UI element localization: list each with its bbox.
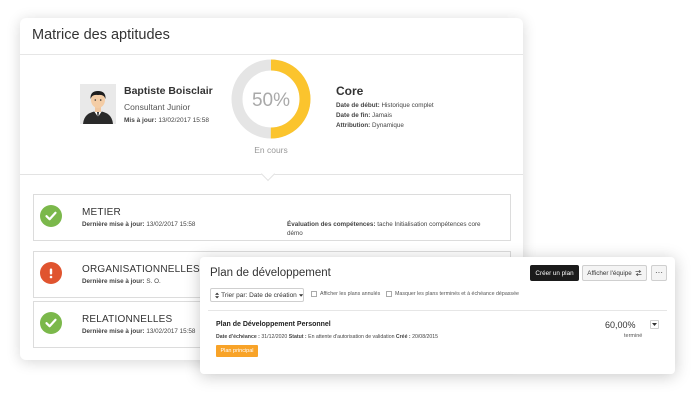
- dev-plan-item-meta: Date d'échéance : 31/12/2020 Statut : En…: [216, 334, 438, 340]
- skill-row-metier[interactable]: METIER Dernière mise à jour: 13/02/2017 …: [33, 194, 511, 241]
- created-value: 20/08/2015: [412, 334, 439, 340]
- progress-ring: 50%: [231, 59, 311, 139]
- check-icon: [40, 205, 62, 227]
- section-divider-caret: [260, 166, 276, 182]
- skill-title: RELATIONNELLES: [82, 314, 173, 325]
- skill-eval-label: Évaluation des compétences:: [287, 221, 376, 228]
- plan-end-value: Jamais: [372, 112, 392, 119]
- employee-profile: Baptiste Boisclair Consultant Junior Mis…: [80, 84, 230, 128]
- plan-start-label: Date de début:: [336, 102, 380, 109]
- skill-updated-label: Dernière mise à jour:: [82, 328, 145, 335]
- profile-updated-value: 13/02/2017 15:58: [158, 117, 209, 124]
- dev-plan-menu-button[interactable]: [650, 320, 659, 329]
- sort-dropdown[interactable]: Trier par: Date de création: [210, 288, 304, 302]
- show-cancelled-label: Afficher les plans annulés: [320, 291, 381, 297]
- skill-updated: Dernière mise à jour: S. O.: [82, 278, 161, 285]
- plan-end-label: Date de fin:: [336, 112, 371, 119]
- create-plan-button[interactable]: Créer un plan: [530, 265, 579, 281]
- skill-updated-label: Dernière mise à jour:: [82, 221, 145, 228]
- checkbox[interactable]: [311, 291, 317, 297]
- employee-name: Baptiste Boisclair: [124, 85, 213, 97]
- profile-updated-label: Mis à jour:: [124, 117, 157, 124]
- progress-percent: 50%: [252, 90, 290, 111]
- show-team-label: Afficher l'équipe: [587, 269, 632, 277]
- status-value: En attente d'autorisation de validation: [308, 334, 395, 340]
- dev-plan-item-title[interactable]: Plan de Développement Personnel: [216, 321, 331, 328]
- profile-updated: Mis à jour: 13/02/2017 15:58: [124, 117, 209, 124]
- show-cancelled-filter[interactable]: Afficher les plans annulés: [311, 291, 380, 297]
- dev-plan-done-label: terminé: [624, 333, 643, 339]
- person-avatar-icon: [80, 84, 116, 124]
- checkbox[interactable]: [386, 291, 392, 297]
- sort-label: Trier par: Date de création: [221, 291, 297, 299]
- skill-evaluation: Évaluation des compétences: tache Initia…: [287, 220, 487, 238]
- more-options-button[interactable]: ···: [651, 265, 667, 281]
- plan-attribution-label: Attribution:: [336, 122, 371, 129]
- dev-plan-card-title: Plan de développement: [210, 267, 331, 279]
- matrix-header-divider: [20, 54, 523, 55]
- check-icon: [40, 312, 62, 334]
- primary-plan-badge: Plan principal: [216, 345, 258, 357]
- plan-attribution-value: Dynamique: [372, 122, 404, 129]
- skill-updated-value: 13/02/2017 15:58: [146, 221, 196, 228]
- progress-status: En cours: [254, 145, 288, 155]
- created-label: Créé :: [395, 334, 411, 340]
- skill-updated-value: S. O.: [146, 278, 161, 285]
- exclamation-icon: [40, 262, 62, 284]
- dev-plan-percent: 60,00%: [605, 320, 636, 330]
- skill-updated-label: Dernière mise à jour:: [82, 278, 145, 285]
- plan-end-date: Date de fin: Jamais: [336, 111, 496, 121]
- plan-list-divider: [208, 310, 667, 311]
- skill-updated: Dernière mise à jour: 13/02/2017 15:58: [82, 328, 195, 335]
- chevron-down-icon: [298, 293, 303, 297]
- skill-updated: Dernière mise à jour: 13/02/2017 15:58: [82, 221, 195, 228]
- plan-start-value: Historique complet: [381, 102, 434, 109]
- skill-updated-value: 13/02/2017 15:58: [146, 328, 196, 335]
- plan-name: Core: [336, 84, 364, 98]
- avatar: [80, 84, 116, 124]
- skill-title: ORGANISATIONNELLES: [82, 264, 200, 275]
- skill-title: METIER: [82, 207, 121, 218]
- sort-icon: [215, 292, 220, 298]
- status-label: Statut :: [288, 334, 307, 340]
- swap-icon: [635, 270, 642, 276]
- due-date-label: Date d'échéance :: [216, 334, 260, 340]
- matrix-title: Matrice des aptitudes: [32, 27, 170, 43]
- plan-start-date: Date de début: Historique complet: [336, 101, 496, 111]
- plan-info: Core Date de début: Historique complet D…: [336, 84, 496, 131]
- show-team-button[interactable]: Afficher l'équipe: [582, 265, 647, 281]
- plan-attribution: Attribution: Dynamique: [336, 121, 496, 131]
- chevron-down-icon: [652, 323, 657, 326]
- development-plan-card: Plan de développement Créer un plan Affi…: [200, 257, 675, 374]
- hide-finished-filter[interactable]: Masquer les plans terminés et à échéance…: [386, 291, 519, 297]
- hide-finished-label: Masquer les plans terminés et à échéance…: [395, 291, 519, 297]
- due-date-value: 31/12/2020: [261, 334, 288, 340]
- employee-role: Consultant Junior: [124, 102, 191, 112]
